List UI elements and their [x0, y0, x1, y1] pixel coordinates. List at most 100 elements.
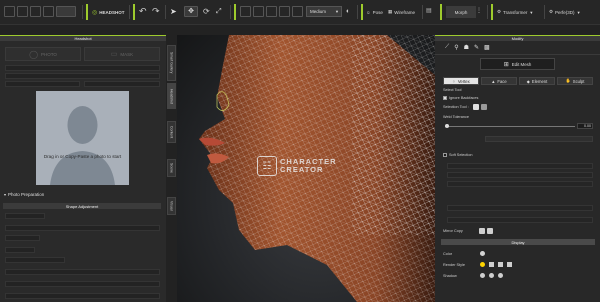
wireframe-button[interactable]: ▦ Wireframe — [388, 6, 415, 18]
tab-sculpt[interactable]: ✋ Sculpt — [557, 77, 593, 85]
ignore-backfaces-label: Ignore Backfaces — [449, 96, 479, 100]
mirror-left-button[interactable] — [479, 228, 485, 234]
edit-mesh-button[interactable]: ⊞ Edit Mesh — [480, 58, 555, 70]
render-style-option[interactable] — [507, 262, 512, 267]
display-section-bar[interactable]: Display — [441, 239, 595, 245]
shadow-option[interactable] — [489, 273, 494, 278]
toolbar-accent — [491, 4, 493, 20]
grid-icon[interactable] — [292, 6, 303, 17]
weld-button-disabled[interactable] — [485, 136, 593, 142]
field-row[interactable] — [5, 81, 80, 87]
tab-scene[interactable]: Scene — [167, 159, 176, 177]
save-icon[interactable] — [30, 6, 41, 17]
render-quality-dropdown[interactable]: Medium ▼ — [306, 6, 342, 17]
pose-button[interactable]: ☺ Pose — [366, 6, 383, 18]
open-folder-icon[interactable] — [17, 6, 28, 17]
morph-settings-icon[interactable]: ⋮ — [476, 6, 487, 17]
wireframe-label: Wireframe — [394, 9, 416, 15]
undo-icon[interactable]: ↶ — [139, 6, 150, 17]
tab-vertex[interactable]: ⁘ Vertex — [443, 77, 479, 85]
morph-icon[interactable]: ⚲ — [454, 44, 458, 51]
transformer-button[interactable]: ⚙ Transformer ▼ — [497, 6, 533, 18]
field-row[interactable] — [5, 213, 45, 219]
checker-icon[interactable]: ▩ — [484, 44, 490, 51]
shadow-option[interactable] — [480, 273, 485, 278]
mask-icon: ▭ — [110, 51, 118, 58]
edit-mesh-icon: ⊞ — [503, 61, 509, 68]
field-row[interactable] — [5, 257, 65, 263]
render-style-option[interactable] — [489, 262, 494, 267]
tab-headshot[interactable]: Headshot — [167, 83, 176, 109]
headshot-brand[interactable]: ◎ HEADSHOT — [92, 6, 125, 18]
weld-tolerance-value[interactable]: 0.00 — [577, 123, 593, 129]
mask-mode-label: MASK — [120, 51, 134, 57]
photo-drop-zone[interactable]: Drag in or Copy-Paste a photo to start — [36, 91, 129, 185]
select-lasso-button[interactable] — [481, 104, 487, 110]
photo-mode-button[interactable]: ◯ PHOTO — [5, 47, 81, 61]
shadow-option[interactable] — [498, 273, 503, 278]
field-row[interactable] — [5, 269, 160, 275]
new-file-icon[interactable] — [4, 6, 15, 17]
field-row[interactable] — [5, 293, 160, 299]
wireframe-icon: ▦ — [388, 9, 393, 14]
tab-visual[interactable]: Visual — [167, 197, 176, 215]
tab-smart-gallery[interactable]: Smart Gallery — [167, 45, 176, 81]
toolbar-accent — [86, 4, 88, 20]
disabled-row[interactable] — [447, 217, 593, 223]
field-row[interactable] — [5, 65, 160, 71]
toolbar-accent — [133, 4, 135, 20]
photo-icon: ◯ — [29, 49, 39, 59]
tab-element[interactable]: ◆ Element — [519, 77, 555, 85]
pose-icon[interactable]: ⟋ — [445, 44, 449, 51]
slider-thumb[interactable] — [445, 124, 449, 128]
select-arrow-icon[interactable]: ➤ — [170, 6, 181, 17]
mask-mode-button[interactable]: ▭ MASK — [84, 47, 160, 61]
render-style-icon[interactable] — [480, 262, 485, 267]
panel-title: Headshot — [74, 35, 92, 41]
perfhd-button[interactable]: ⚙ Perfe(3D) ▼ — [549, 6, 581, 18]
character-icon[interactable] — [56, 6, 76, 17]
pinch-slider[interactable] — [447, 172, 593, 178]
falloff-slider[interactable] — [447, 163, 593, 169]
shape-adjustment-bar[interactable]: Shape Adjustment — [3, 203, 161, 209]
mesh-icon[interactable]: ✎ — [474, 44, 479, 51]
field-row[interactable] — [5, 73, 160, 79]
select-rect-button[interactable] — [473, 104, 479, 110]
ignore-backfaces-checkbox[interactable] — [443, 96, 447, 100]
sculpt-icon: ✋ — [565, 78, 571, 83]
tab-face[interactable]: ▲ Face — [481, 77, 517, 85]
bubble-slider[interactable] — [447, 181, 593, 187]
perf-icon: ⚙ — [549, 9, 554, 14]
field-row[interactable] — [5, 225, 160, 231]
mirror-right-button[interactable] — [487, 228, 493, 234]
color-swatch[interactable] — [480, 251, 485, 256]
weld-tolerance-slider[interactable] — [445, 126, 575, 127]
camera-icon[interactable] — [240, 6, 251, 17]
redo-icon[interactable]: ↷ — [152, 6, 163, 17]
field-row[interactable] — [5, 247, 35, 253]
skin-icon[interactable]: ☗ — [464, 44, 469, 51]
photo-preparation-header[interactable]: ▾ Photo Preparation — [4, 192, 44, 197]
render-style-option[interactable] — [498, 262, 503, 267]
field-row[interactable] — [5, 281, 160, 287]
soft-selection-checkbox[interactable] — [443, 153, 447, 157]
field-row[interactable] — [84, 81, 160, 87]
tab-content[interactable]: Content — [167, 121, 176, 143]
light-icon[interactable] — [279, 6, 290, 17]
morph-button[interactable]: Morph — [446, 6, 476, 18]
scale-icon[interactable]: ⤢ — [216, 6, 227, 17]
import-icon[interactable] — [43, 6, 54, 17]
toolbar-accent — [234, 4, 236, 20]
select-tool-label: Select Tool — [443, 88, 462, 92]
home-icon[interactable] — [253, 6, 264, 17]
frame-icon[interactable] — [266, 6, 277, 17]
move-icon[interactable]: ✥ — [184, 6, 198, 17]
rotate-icon[interactable]: ⟳ — [203, 6, 214, 17]
field-row[interactable] — [5, 235, 40, 241]
3d-viewport[interactable]: ☷ CHARACTER CREATOR — [177, 35, 435, 302]
view-toggle-icon[interactable]: ▤ — [426, 6, 437, 17]
render-icon[interactable]: ◐ — [346, 6, 352, 17]
toolbar-accent — [440, 4, 442, 20]
disabled-row[interactable] — [447, 205, 593, 211]
headshot-label: HEADSHOT — [99, 9, 125, 15]
